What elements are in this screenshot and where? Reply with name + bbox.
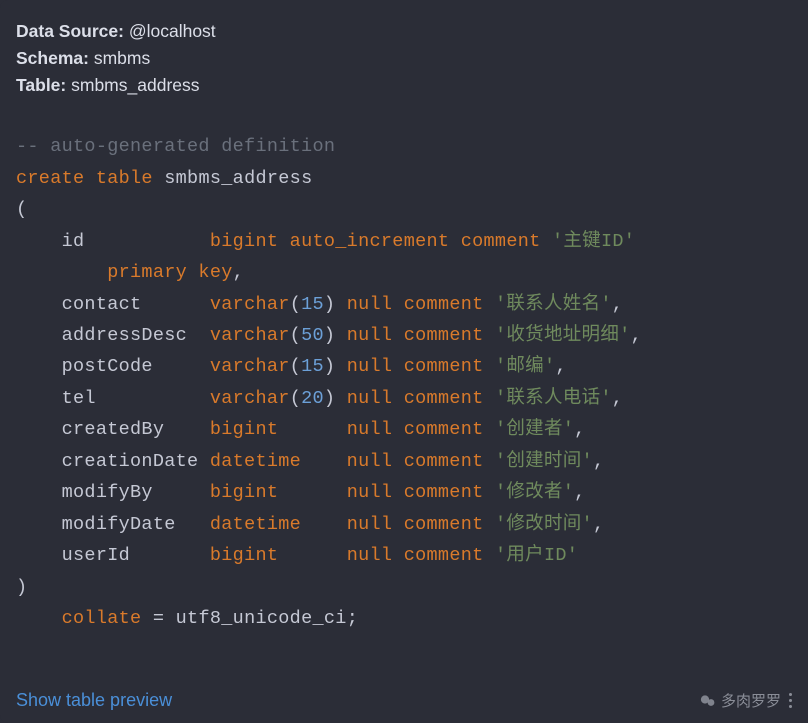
col-tel: tel: [62, 388, 96, 409]
sql-comment: -- auto-generated definition: [16, 136, 335, 157]
type-varchar: varchar: [210, 294, 290, 315]
str-createdby: '创建者': [495, 419, 574, 440]
open-paren: (: [16, 199, 27, 220]
table-label: Table:: [16, 75, 66, 95]
sql-code: -- auto-generated definition create tabl…: [16, 131, 792, 686]
watermark-text: 多肉罗罗: [721, 690, 781, 711]
kw-comment: comment: [461, 231, 541, 252]
size-20: 20: [301, 388, 324, 409]
str-modifyby: '修改者': [495, 482, 574, 503]
col-postcode: postCode: [62, 356, 153, 377]
auto-inc: auto_increment: [290, 231, 450, 252]
sql-tablename: smbms_address: [164, 168, 312, 189]
close-paren: ): [16, 577, 27, 598]
table-value: smbms_address: [71, 75, 199, 95]
show-table-preview-link[interactable]: Show table preview: [16, 690, 172, 711]
col-addressdesc: addressDesc: [62, 325, 187, 346]
header-datasource: Data Source: @localhost: [16, 18, 792, 45]
schema-value: smbms: [94, 48, 150, 68]
str-creationdate: '创建时间': [495, 451, 593, 472]
kw-null: null: [347, 294, 393, 315]
size-50: 50: [301, 325, 324, 346]
wechat-icon: [699, 692, 717, 710]
kw-comment: comment: [404, 294, 484, 315]
ddl-panel: Data Source: @localhost Schema: smbms Ta…: [0, 0, 808, 723]
col-contact: contact: [62, 294, 142, 315]
type-bigint: bigint: [210, 231, 278, 252]
kw-create: create: [16, 168, 84, 189]
str-id: '主键ID': [552, 231, 635, 252]
col-creationdate: creationDate: [62, 451, 199, 472]
header-block: Data Source: @localhost Schema: smbms Ta…: [16, 18, 792, 99]
size-15: 15: [301, 294, 324, 315]
header-schema: Schema: smbms: [16, 45, 792, 72]
datasource-value: @localhost: [129, 21, 216, 41]
str-modifydate: '修改时间': [495, 514, 593, 535]
str-postcode: '邮编': [495, 356, 555, 377]
watermark: 多肉罗罗: [699, 690, 792, 711]
footer: Show table preview 多肉罗罗: [16, 690, 792, 711]
schema-label: Schema:: [16, 48, 89, 68]
kw-pk: primary key: [107, 262, 232, 283]
datasource-label: Data Source:: [16, 21, 124, 41]
col-modifyby: modifyBy: [62, 482, 153, 503]
collate-value: utf8_unicode_ci: [176, 608, 347, 629]
kw-collate: collate: [62, 608, 142, 629]
str-contact: '联系人姓名': [495, 294, 612, 315]
col-modifydate: modifyDate: [62, 514, 176, 535]
col-createdby: createdBy: [62, 419, 165, 440]
str-tel: '联系人电话': [495, 388, 612, 409]
kw-table: table: [96, 168, 153, 189]
more-dots-icon[interactable]: [789, 693, 792, 708]
str-userid: '用户ID': [495, 545, 578, 566]
col-id: id: [62, 231, 85, 252]
comma: ,: [233, 262, 244, 283]
str-addressdesc: '收货地址明细': [495, 325, 631, 346]
header-table: Table: smbms_address: [16, 72, 792, 99]
col-userid: userId: [62, 545, 130, 566]
